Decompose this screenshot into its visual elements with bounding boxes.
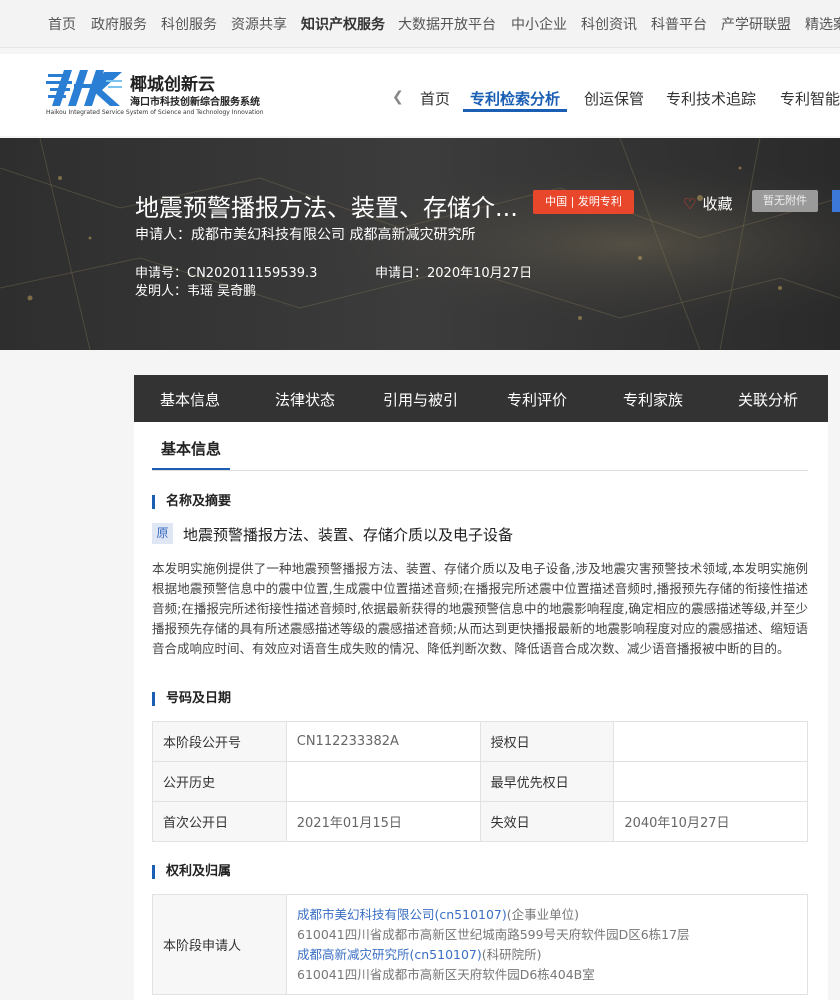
patent-abstract: 本发明实施例提供了一种地震预警播报方法、装置、存储介质以及电子设备,涉及地震灾害… bbox=[152, 561, 808, 656]
topnav-item-alliance[interactable]: 产学研联盟 bbox=[721, 14, 791, 34]
table-cell: 本阶段公开号 bbox=[152, 721, 287, 762]
patent-full-name: 地震预警播报方法、装置、存储介质以及电子设备 bbox=[183, 526, 514, 544]
active-nav-underline bbox=[463, 109, 567, 112]
table-cell: 2021年01月15日 bbox=[285, 801, 481, 842]
header-nav-patent-search[interactable]: 专利检索分析 bbox=[470, 88, 560, 109]
table-row: 本阶段公开号 CN112233382A 授权日 bbox=[152, 721, 808, 762]
patent-title: 地震预警播报方法、装置、存储介... bbox=[135, 194, 518, 222]
no-attachment-button[interactable]: 暂无附件 bbox=[752, 190, 818, 212]
owner-type: (企事业单位) bbox=[506, 906, 580, 922]
application-number: 申请号：CN202011159539.3 bbox=[135, 266, 318, 281]
topnav-item-innovation[interactable]: 科创服务 bbox=[161, 14, 217, 34]
table-cell: 授权日 bbox=[479, 721, 615, 762]
heart-icon: ♡ bbox=[683, 195, 697, 213]
owner-type: (科研院所) bbox=[481, 946, 542, 962]
owner-entry: 成都高新减灾研究所(cn510107)(科研院所) bbox=[297, 945, 797, 965]
inventor-line: 发明人：韦瑶 吴奇鹏 bbox=[135, 284, 257, 299]
ownership-table: 本阶段申请人 成都市美幻科技有限公司(cn510107)(企事业单位) 6100… bbox=[152, 894, 808, 995]
logo-mark-icon bbox=[46, 70, 122, 106]
section-rights-ownership: 权利及归属 bbox=[152, 865, 231, 879]
application-date: 申请日：2020年10月27日 bbox=[375, 266, 533, 281]
owner-address: 610041四川省成都市高新区天府软件园D6栋404B室 bbox=[297, 966, 595, 982]
owner-link[interactable]: 成都市美幻科技有限公司(cn510107) bbox=[297, 907, 507, 922]
section-numbers-dates: 号码及日期 bbox=[152, 692, 231, 706]
owner-entry: 成都市美幻科技有限公司(cn510107)(企事业单位) bbox=[297, 905, 797, 925]
tab-family[interactable]: 专利家族 bbox=[623, 389, 683, 410]
patent-banner: 地震预警播报方法、装置、存储介... 中国 | 发明专利 ♡ 收藏 暂无附件 申请… bbox=[0, 138, 840, 350]
top-navigation: 首页 政府服务 科创服务 资源共享 知识产权服务 大数据开放平台 中小企业 科创… bbox=[0, 0, 840, 48]
applicant-line: 申请人：成都市美幻科技有限公司 成都高新减灾研究所 bbox=[135, 227, 476, 243]
table-cell bbox=[613, 721, 808, 762]
numbers-table: 本阶段公开号 CN112233382A 授权日 公开历史 最早优先权日 首次公开… bbox=[152, 721, 808, 842]
header-nav-home[interactable]: 首页 bbox=[420, 88, 450, 109]
table-row: 本阶段申请人 成都市美幻科技有限公司(cn510107)(企事业单位) 6100… bbox=[152, 894, 808, 995]
table-cell: 首次公开日 bbox=[152, 801, 287, 842]
topnav-item-news[interactable]: 科创资讯 bbox=[581, 14, 637, 34]
subtab-basic-info[interactable]: 基本信息 bbox=[161, 438, 221, 459]
site-logo[interactable]: 椰城创新云 海口市科技创新综合服务系统 Haikou Integrated Se… bbox=[46, 66, 296, 126]
header-nav-tracking[interactable]: 专利技术追踪 bbox=[666, 88, 756, 109]
topnav-item-sme[interactable]: 中小企业 bbox=[511, 14, 567, 34]
table-cell: 失效日 bbox=[479, 801, 615, 842]
owner-link[interactable]: 成都高新减灾研究所(cn510107) bbox=[297, 947, 482, 962]
banner-background bbox=[0, 138, 840, 350]
logo-english: Haikou Integrated Service System of Scie… bbox=[46, 109, 264, 116]
table-cell: 最早优先权日 bbox=[479, 761, 615, 802]
topnav-item-resources[interactable]: 资源共享 bbox=[231, 14, 287, 34]
tab-evaluation[interactable]: 专利评价 bbox=[507, 389, 567, 410]
topnav-item-cases[interactable]: 精选案 bbox=[805, 14, 840, 34]
owner-label: 本阶段申请人 bbox=[152, 894, 287, 995]
tab-analysis[interactable]: 关联分析 bbox=[738, 389, 798, 410]
detail-tabs: 基本信息 法律状态 引用与被引 专利评价 专利家族 关联分析 bbox=[134, 375, 828, 422]
favorite-button[interactable]: ♡ 收藏 bbox=[683, 193, 732, 214]
topnav-item-science[interactable]: 科普平台 bbox=[651, 14, 707, 34]
blue-action-button[interactable] bbox=[832, 190, 840, 212]
tab-basic-info[interactable]: 基本信息 bbox=[160, 389, 220, 410]
table-row: 公开历史 最早优先权日 bbox=[152, 761, 808, 802]
patent-type-badge: 中国 | 发明专利 bbox=[533, 190, 634, 214]
topnav-item-bigdata[interactable]: 大数据开放平台 bbox=[398, 14, 496, 34]
header-nav-smart[interactable]: 专利智能 bbox=[780, 88, 840, 109]
tab-legal-status[interactable]: 法律状态 bbox=[275, 389, 335, 410]
table-cell bbox=[285, 761, 481, 802]
owner-address: 610041四川省成都市高新区世纪城南路599号天府软件园D区6栋17层 bbox=[297, 926, 690, 942]
table-cell: 2040年10月27日 bbox=[613, 801, 808, 842]
topnav-item-ip[interactable]: 知识产权服务 bbox=[301, 14, 385, 34]
logo-title: 椰城创新云 bbox=[130, 75, 215, 95]
favorite-label: 收藏 bbox=[702, 195, 733, 213]
tab-citations[interactable]: 引用与被引 bbox=[383, 389, 458, 410]
logo-subtitle: 海口市科技创新综合服务系统 bbox=[130, 97, 260, 108]
table-cell bbox=[613, 761, 808, 802]
header-nav-operations[interactable]: 创运保管 bbox=[584, 88, 644, 109]
topnav-item-home[interactable]: 首页 bbox=[48, 14, 76, 34]
owner-list: 成都市美幻科技有限公司(cn510107)(企事业单位) 610041四川省成都… bbox=[286, 894, 808, 995]
site-header: 椰城创新云 海口市科技创新综合服务系统 Haikou Integrated Se… bbox=[0, 54, 840, 136]
nav-prev-icon[interactable]: ❮ bbox=[392, 89, 404, 105]
table-cell: CN112233382A bbox=[285, 721, 481, 762]
table-cell: 公开历史 bbox=[152, 761, 287, 802]
table-row: 首次公开日 2021年01月15日 失效日 2040年10月27日 bbox=[152, 801, 808, 842]
original-badge: 原 bbox=[152, 523, 173, 544]
section-name-abstract: 名称及摘要 bbox=[152, 495, 231, 509]
content-card: 基本信息 名称及摘要 原 地震预警播报方法、装置、存储介质以及电子设备 本发明实… bbox=[134, 422, 828, 1000]
topnav-item-gov[interactable]: 政府服务 bbox=[91, 14, 147, 34]
subtab-divider bbox=[152, 470, 808, 471]
